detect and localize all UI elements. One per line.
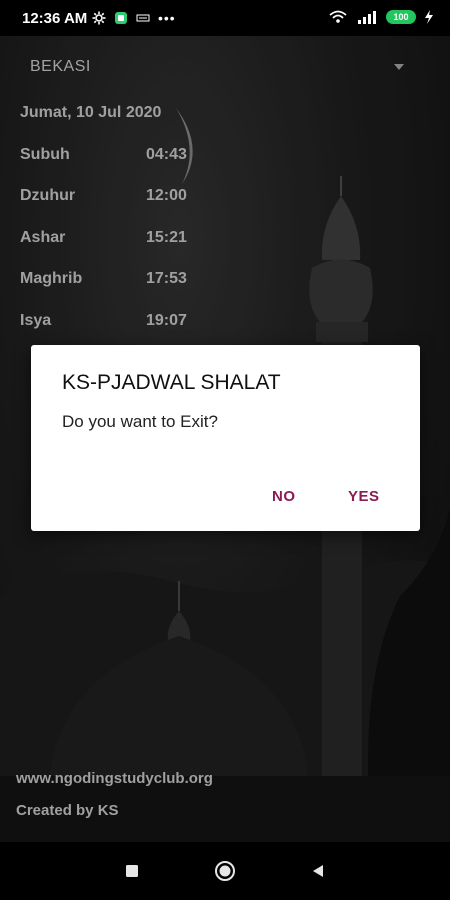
data-saver-icon xyxy=(136,14,150,22)
recents-button[interactable] xyxy=(102,842,162,900)
status-left-icons: ••• xyxy=(92,10,176,26)
dialog-message: Do you want to Exit? xyxy=(62,412,218,431)
status-right-icons: 100 xyxy=(328,10,434,24)
status-time: 12:36 AM xyxy=(22,10,88,27)
navigation-bar xyxy=(0,842,450,900)
settings-icon xyxy=(92,11,106,25)
back-icon xyxy=(313,865,323,877)
no-button[interactable]: NO xyxy=(272,488,296,505)
exit-dialog: KS-PJADWAL SHALAT Do you want to Exit? N… xyxy=(31,345,420,531)
status-bar: 12:36 AM ••• 100 xyxy=(0,0,450,36)
battery-indicator: 100 xyxy=(386,10,416,24)
wifi-icon xyxy=(329,10,347,23)
yes-button[interactable]: YES xyxy=(348,488,380,505)
more-notifications-icon: ••• xyxy=(158,10,176,26)
app-notification-icon xyxy=(115,12,127,24)
home-button[interactable] xyxy=(195,842,255,900)
signal-icon xyxy=(358,11,376,24)
home-icon xyxy=(215,861,235,881)
charging-icon xyxy=(425,10,433,24)
back-button[interactable] xyxy=(288,842,348,900)
recents-icon xyxy=(126,865,138,877)
dialog-title: KS-PJADWAL SHALAT xyxy=(62,371,281,394)
